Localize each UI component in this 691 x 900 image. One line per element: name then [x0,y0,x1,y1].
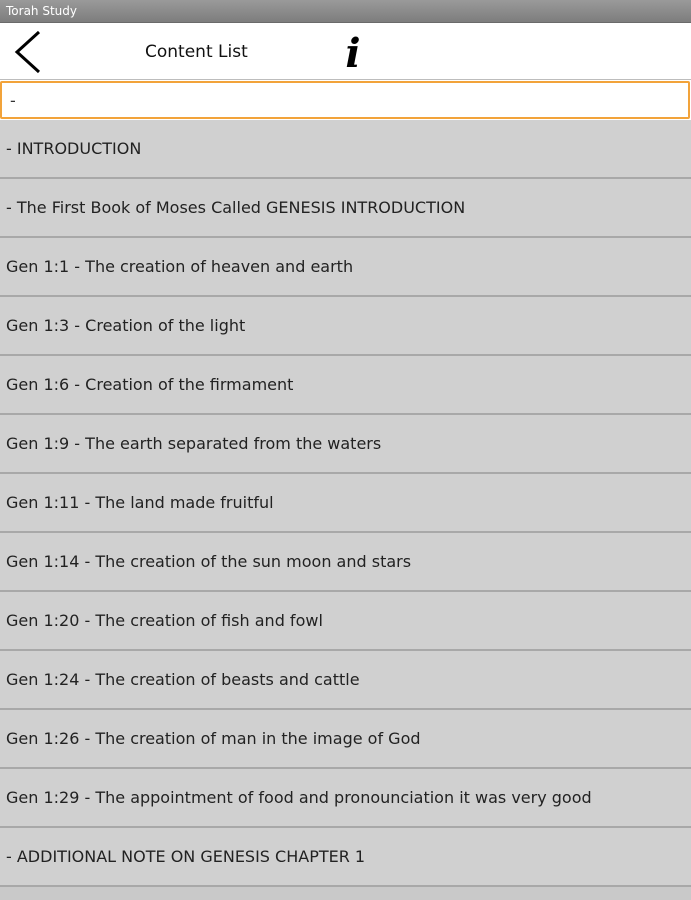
content-list: - INTRODUCTION - The First Book of Moses… [0,120,691,887]
list-item-label: Gen 1:11 - The land made fruitful [6,493,274,512]
app-header: Content List i [0,23,691,80]
list-item-label: Gen 1:29 - The appointment of food and p… [6,788,592,807]
list-item-label: Gen 1:24 - The creation of beasts and ca… [6,670,360,689]
window-title: Torah Study [6,4,77,18]
list-item[interactable]: Gen 1:6 - Creation of the firmament [0,356,691,415]
list-item[interactable]: Gen 1:1 - The creation of heaven and ear… [0,238,691,297]
list-item[interactable]: Gen 1:29 - The appointment of food and p… [0,769,691,828]
list-item[interactable]: - The First Book of Moses Called GENESIS… [0,179,691,238]
list-item-label: - The First Book of Moses Called GENESIS… [6,198,466,217]
list-item[interactable]: Gen 1:14 - The creation of the sun moon … [0,533,691,592]
list-item[interactable]: Gen 1:3 - Creation of the light [0,297,691,356]
list-item-label: Gen 1:14 - The creation of the sun moon … [6,552,412,571]
back-button[interactable] [6,29,50,75]
list-item-label: Gen 1:26 - The creation of man in the im… [6,729,421,748]
list-item[interactable]: - INTRODUCTION [0,120,691,179]
page-title: Content List [145,42,248,62]
list-item-label: - INTRODUCTION [6,139,142,158]
list-item-label: Gen 1:3 - Creation of the light [6,316,246,335]
list-item[interactable]: Gen 1:20 - The creation of fish and fowl [0,592,691,651]
list-item[interactable]: Gen 1:11 - The land made fruitful [0,474,691,533]
info-icon: i [345,29,361,77]
info-button[interactable]: i [338,29,368,77]
chevron-left-icon [14,30,41,74]
list-item-label: Gen 1:9 - The earth separated from the w… [6,434,382,453]
list-item[interactable]: Gen 1:26 - The creation of man in the im… [0,710,691,769]
list-item[interactable]: Gen 1:24 - The creation of beasts and ca… [0,651,691,710]
window-titlebar: Torah Study [0,0,691,23]
search-bar [0,80,691,120]
search-input[interactable] [0,81,690,119]
list-item[interactable]: - ADDITIONAL NOTE ON GENESIS CHAPTER 1 [0,828,691,887]
list-item-label: Gen 1:1 - The creation of heaven and ear… [6,257,354,276]
list-item-label: Gen 1:6 - Creation of the firmament [6,375,294,394]
list-item[interactable]: Gen 1:9 - The earth separated from the w… [0,415,691,474]
list-item-label: - ADDITIONAL NOTE ON GENESIS CHAPTER 1 [6,847,366,866]
list-item-label: Gen 1:20 - The creation of fish and fowl [6,611,323,630]
